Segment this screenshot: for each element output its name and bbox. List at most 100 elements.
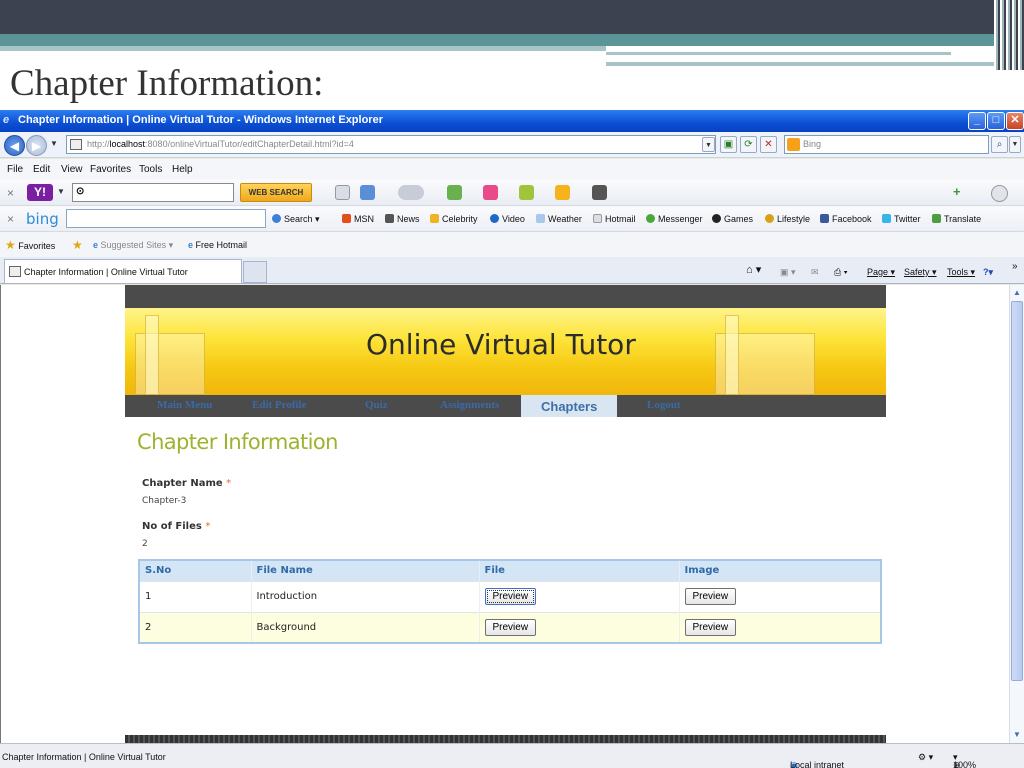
bing-item-translate[interactable]: Translate [932,214,981,224]
bing-item-weather[interactable]: Weather [536,214,582,224]
bing-item-games[interactable]: Games [712,214,753,224]
bing-search-input[interactable] [66,209,266,228]
yahoo-toolbar: × Y! ▼ ⊙ WEB SEARCH + [0,179,1024,206]
bing-item-twitter[interactable]: Twitter [882,214,921,224]
nav-logout[interactable]: Logout [647,399,681,411]
free-hotmail-link[interactable]: e Free Hotmail [188,240,247,250]
bing-item-celebrity[interactable]: Celebrity [430,214,478,224]
page-menu[interactable]: Page ▾ [867,267,895,278]
yahoo-menu-dropdown-icon[interactable]: ▼ [57,187,65,196]
site-banner: Online Virtual Tutor [125,308,886,395]
web-search-button[interactable]: WEB SEARCH [240,183,312,202]
suggested-sites-link[interactable]: e Suggested Sites ▾ [93,240,173,251]
safety-menu[interactable]: Safety ▾ [904,267,937,278]
refresh-icon[interactable]: ⟳ [740,136,757,153]
bing-item-messenger[interactable]: Messenger [646,214,703,224]
gear-icon[interactable] [991,185,1008,202]
star-icon: ★ [5,238,16,252]
zoom-control[interactable]: ⊕ 100% ▾ [953,752,976,768]
image-preview-button[interactable]: Preview [684,618,737,636]
bing-item-facebook[interactable]: Facebook [820,214,872,224]
search-icon[interactable]: ⌕ [991,136,1008,153]
tab-chapter-information[interactable]: Chapter Information | Online Virtual Tut… [4,259,242,283]
cell-sno: 2 [139,611,252,643]
bing-item-msn[interactable]: MSN [342,214,374,224]
page-heading: Chapter Information [137,430,338,454]
bing-logo-icon[interactable]: bing [26,210,59,228]
nav-chapters[interactable]: Chapters [521,395,617,417]
bing-item-lifestyle[interactable]: Lifestyle [765,214,810,224]
read-mail-icon[interactable]: ✉ [811,267,819,278]
menu-edit[interactable]: Edit [33,164,50,175]
finance-icon[interactable] [447,185,462,200]
site-nav: Main Menu Edit Profile Quiz Assignments … [125,395,886,417]
add-button-icon[interactable]: + [953,185,968,200]
yahoo-search-input[interactable]: ⊙ [72,183,234,202]
nav-assignments[interactable]: Assignments [440,399,499,411]
yahoo-logo-icon[interactable]: Y! [27,184,53,201]
menu-help[interactable]: Help [172,164,193,175]
menu-bar: File Edit View Favorites Tools Help [0,159,1024,179]
address-dropdown-icon[interactable]: ▼ [702,137,715,152]
more-chevron-icon[interactable]: » [1012,261,1018,272]
image-preview-button[interactable]: Preview [684,588,737,605]
amazon-icon[interactable] [592,185,607,200]
answers-icon[interactable] [519,185,534,200]
scroll-up-icon[interactable]: ▲ [1011,286,1023,299]
bing-search-button[interactable]: Search ▾ [272,214,320,225]
video-icon [490,214,499,223]
home-icon[interactable]: ⌂ ▾ [746,263,761,276]
new-tab-button[interactable] [243,261,267,283]
print-icon[interactable]: ⎙ ▾ [834,267,847,278]
file-preview-button[interactable]: Preview [484,588,537,605]
stop-icon[interactable]: ✕ [760,136,777,153]
back-button[interactable]: ◀ [4,135,25,156]
tools-menu[interactable]: Tools ▾ [947,267,975,278]
minimize-button[interactable]: _ [968,112,986,130]
close-toolbar-icon[interactable]: × [7,186,14,200]
nav-edit-profile[interactable]: Edit Profile [252,399,306,411]
scroll-down-icon[interactable]: ▼ [1011,728,1023,741]
feeds-icon[interactable]: ▣ ▾ [780,267,796,278]
bing-search-label: Search [284,214,313,224]
toolbar-edit-icon[interactable] [335,185,350,200]
add-to-favorites-icon[interactable]: ★ [72,238,83,252]
menu-file[interactable]: File [7,164,23,175]
weather-icon[interactable] [398,185,424,200]
window-titlebar: e Chapter Information | Online Virtual T… [0,110,1024,132]
close-bing-toolbar-icon[interactable]: × [7,212,14,226]
scroll-thumb[interactable] [1011,301,1023,681]
bing-item-news[interactable]: News [385,214,420,224]
menu-view[interactable]: View [61,164,83,175]
recent-pages-dropdown-icon[interactable]: ▼ [50,139,58,148]
table-header-row: S.No File Name File Image [139,560,882,581]
favorites-button[interactable]: ★ Favorites [5,238,55,252]
nav-quiz[interactable]: Quiz [365,399,388,411]
search-placeholder: Bing [803,139,822,149]
help-icon[interactable]: ?▾ [983,267,993,278]
bing-item-video[interactable]: Video [490,214,525,224]
vertical-scrollbar[interactable]: ▲ ▼ [1009,285,1024,743]
address-input[interactable]: http://localhost:8080/onlineVirtualTutor… [66,135,716,154]
slide-accent-band [0,34,1024,46]
menu-favorites[interactable]: Favorites [90,164,131,175]
cell-sno: 1 [139,580,252,612]
ebay-icon[interactable] [555,185,570,200]
ie-icon: e [93,240,99,250]
address-path: :8080/onlineVirtualTutor/editChapterDeta… [145,139,354,149]
file-preview-button[interactable]: Preview [484,618,537,636]
compatibility-icon[interactable]: ▣ [720,136,737,153]
forward-button[interactable]: ▶ [26,135,47,156]
nav-main-menu[interactable]: Main Menu [157,399,212,411]
search-input[interactable]: Bing [784,135,989,154]
mail-icon[interactable] [360,185,375,200]
maximize-button[interactable]: □ [987,112,1005,130]
files-table: S.No File Name File Image 1 Introduction… [138,559,882,644]
menu-tools[interactable]: Tools [139,164,162,175]
search-options-icon[interactable]: ▼ [1009,136,1021,153]
bing-item-hotmail[interactable]: Hotmail [593,214,636,224]
close-button[interactable]: ✕ [1006,112,1024,130]
protected-mode-icon[interactable]: ⚙ ▾ [918,752,933,763]
msn-icon [342,214,351,223]
flickr-icon[interactable] [483,185,498,200]
